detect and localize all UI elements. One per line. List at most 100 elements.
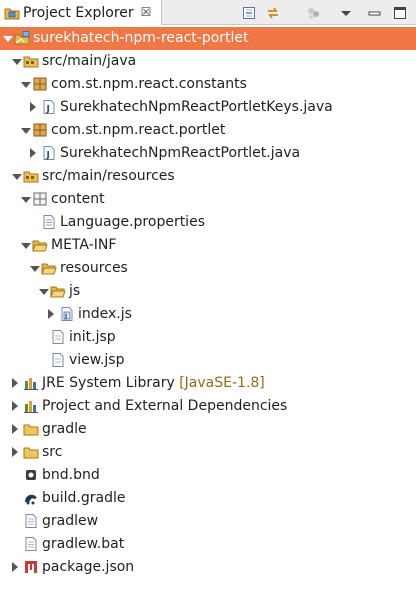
tree-item[interactable]: src/main/java — [0, 50, 416, 73]
minimize-button[interactable] — [366, 4, 384, 22]
expand-arrow-icon[interactable] — [39, 289, 49, 295]
collapse-all-icon — [243, 7, 255, 19]
tree-item[interactable]: Language.properties — [0, 211, 416, 234]
maximize-button[interactable] — [391, 4, 409, 22]
jsp-file-icon — [50, 329, 66, 345]
tree-item-label: build.gradle — [42, 490, 126, 506]
folder-open-icon — [32, 237, 48, 253]
tree-item[interactable]: JRE System Library [JavaSE-1.8] — [0, 372, 416, 395]
tree-item-label: resources — [60, 260, 128, 276]
tree-item-label: gradlew.bat — [42, 536, 125, 552]
collapse-arrow-icon[interactable] — [12, 424, 18, 434]
properties-file-icon — [41, 214, 57, 230]
chevron-down-icon — [341, 11, 351, 16]
source-folder-icon — [23, 53, 39, 69]
text-file-icon — [23, 536, 39, 552]
text-file-icon — [23, 513, 39, 529]
tree-item[interactable]: build.gradle — [0, 487, 416, 510]
tree-item[interactable]: Project and External Dependencies — [0, 395, 416, 418]
svg-text:J: J — [46, 105, 50, 115]
tree-item-label: com.st.npm.react.portlet — [51, 122, 226, 138]
project-explorer-icon — [4, 5, 20, 21]
expand-arrow-icon[interactable] — [21, 197, 31, 203]
tree-item[interactable]: META-INF — [0, 234, 416, 257]
tree-item-label: surekhatech-npm-react-portlet — [33, 30, 249, 46]
expand-arrow-icon[interactable] — [21, 128, 31, 134]
maximize-icon — [394, 7, 406, 19]
tree-item[interactable]: bnd.bnd — [0, 464, 416, 487]
jsp-file-icon — [50, 352, 66, 368]
tree-item[interactable]: J SurekhatechNpmReactPortlet.java — [0, 142, 416, 165]
tree-item[interactable]: view.jsp — [0, 349, 416, 372]
tree-item-label: gradlew — [42, 513, 99, 529]
tree-item[interactable]: com.st.npm.react.constants — [0, 73, 416, 96]
collapse-arrow-icon[interactable] — [48, 309, 54, 319]
folder-open-icon — [41, 260, 57, 276]
close-icon[interactable]: ☒ — [139, 5, 153, 19]
svg-text:J: J — [64, 313, 67, 320]
tree-item-label: SurekhatechNpmReactPortlet.java — [60, 145, 301, 161]
tree-item[interactable]: js — [0, 280, 416, 303]
link-editor-icon — [268, 7, 278, 19]
tree-item[interactable]: src/main/resources — [0, 165, 416, 188]
tree-item-label: Language.properties — [60, 214, 205, 230]
minimize-icon — [368, 11, 381, 16]
java-file-icon: J — [41, 99, 57, 115]
tree-item[interactable]: surekhatech-npm-react-portlet — [0, 27, 416, 50]
view-menu-button[interactable] — [337, 4, 355, 22]
collapse-arrow-icon[interactable] — [12, 562, 18, 572]
tree-item[interactable]: package.json — [0, 556, 416, 579]
expand-arrow-icon[interactable] — [30, 266, 40, 272]
tree-item-label: view.jsp — [69, 352, 125, 368]
focus-active-task-button[interactable] — [304, 4, 322, 22]
tree-item-label: META-INF — [51, 237, 117, 253]
svg-text:J: J — [46, 151, 50, 161]
java-file-icon: J — [41, 145, 57, 161]
tree-item-label: JRE System Library [JavaSE-1.8] — [42, 375, 265, 391]
tree-item-label: gradle — [42, 421, 87, 437]
project-icon — [14, 30, 30, 46]
source-folder-icon — [23, 168, 39, 184]
tree-item[interactable]: gradle — [0, 418, 416, 441]
collapse-arrow-icon[interactable] — [12, 447, 18, 457]
gradle-file-icon — [23, 490, 39, 506]
folder-icon — [23, 444, 39, 460]
collapse-arrow-icon[interactable] — [30, 102, 36, 112]
tree-item[interactable]: Jindex.js — [0, 303, 416, 326]
tree-item[interactable]: src — [0, 441, 416, 464]
library-icon — [23, 375, 39, 391]
tree-item[interactable]: com.st.npm.react.portlet — [0, 119, 416, 142]
tree-item[interactable]: init.jsp — [0, 326, 416, 349]
tab-project-explorer[interactable]: Project Explorer ☒ — [0, 0, 162, 25]
tree-item[interactable]: resources — [0, 257, 416, 280]
collapse-arrow-icon[interactable] — [12, 401, 18, 411]
tree-item-label: bnd.bnd — [42, 467, 100, 483]
tree-item-label: src — [42, 444, 63, 460]
tree-item-label: package.json — [42, 559, 135, 575]
tree-item[interactable]: gradlew.bat — [0, 533, 416, 556]
link-with-editor-button[interactable] — [264, 4, 282, 22]
expand-arrow-icon[interactable] — [12, 59, 22, 65]
tree-item-label: content — [51, 191, 105, 207]
tree-item-decoration: [JavaSE-1.8] — [174, 375, 265, 391]
tree-item[interactable]: gradlew — [0, 510, 416, 533]
expand-arrow-icon[interactable] — [12, 174, 22, 180]
package-icon — [32, 122, 48, 138]
tree-item-label: index.js — [78, 306, 132, 322]
folder-icon — [23, 421, 39, 437]
collapse-all-button[interactable] — [240, 4, 258, 22]
expand-arrow-icon[interactable] — [21, 243, 31, 249]
bnd-file-icon — [23, 467, 39, 483]
collapse-arrow-icon[interactable] — [30, 148, 36, 158]
collapse-arrow-icon[interactable] — [12, 378, 18, 388]
npm-file-icon — [23, 559, 39, 575]
tree-item[interactable]: J SurekhatechNpmReactPortletKeys.java — [0, 96, 416, 119]
tree-item[interactable]: content — [0, 188, 416, 211]
library-icon — [23, 398, 39, 414]
task-focus-icon — [308, 8, 319, 20]
package-icon — [32, 76, 48, 92]
expand-arrow-icon[interactable] — [3, 36, 13, 42]
tab-title: Project Explorer — [23, 4, 134, 21]
expand-arrow-icon[interactable] — [21, 82, 31, 88]
tree-item-label: src/main/resources — [42, 168, 175, 184]
